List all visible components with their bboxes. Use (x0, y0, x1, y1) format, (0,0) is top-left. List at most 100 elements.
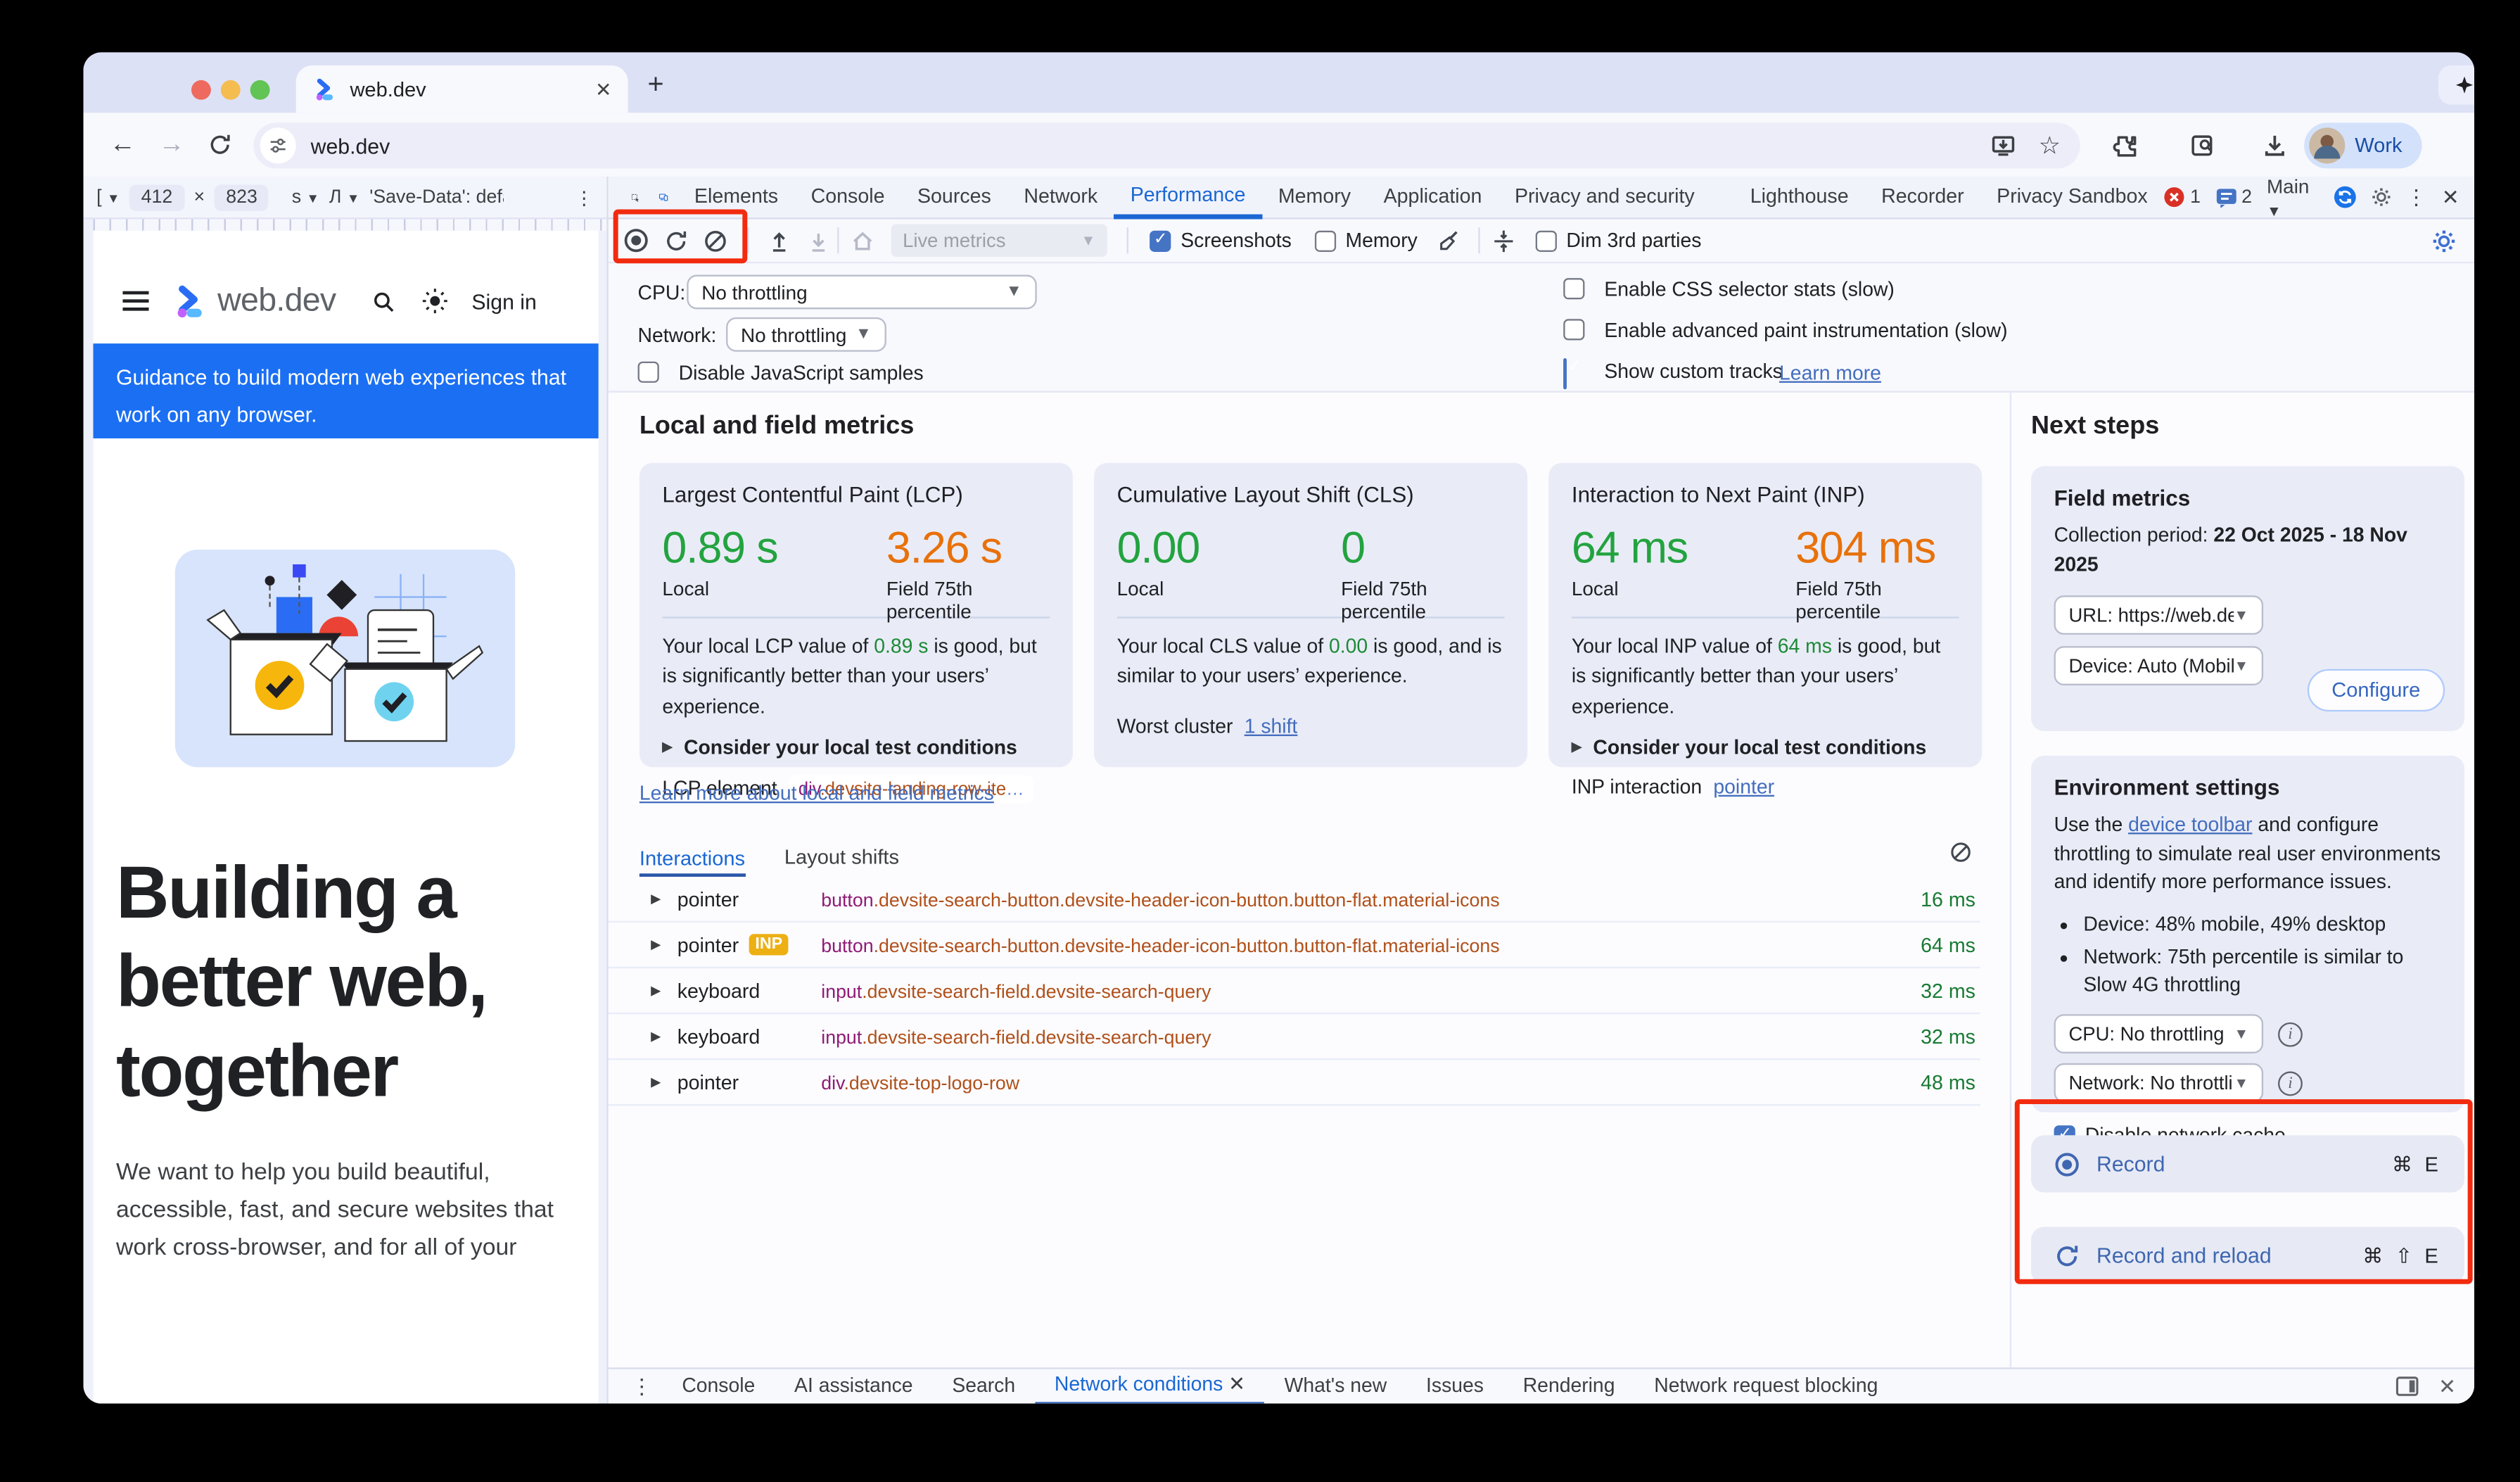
profile-button[interactable]: Work (2304, 122, 2422, 168)
site-settings-icon[interactable] (260, 127, 296, 163)
lcp-test-conditions-expander[interactable]: ▶Consider your local test conditions (662, 736, 1050, 759)
context-select[interactable]: Main ▼ (2267, 175, 2318, 220)
error-badge[interactable]: 1 (2164, 186, 2201, 208)
device-toolbar-link[interactable]: device toolbar (2128, 813, 2252, 836)
forward-icon[interactable]: → (158, 130, 184, 160)
drawer-tab-network-conditions[interactable]: Network conditions ✕ (1035, 1368, 1265, 1403)
tab-performance[interactable]: Performance (1114, 176, 1261, 218)
collapse-icon[interactable] (1491, 228, 1515, 253)
cpu-info-icon[interactable]: i (2278, 1022, 2303, 1046)
inspect-icon[interactable] (631, 184, 639, 210)
devtools-close-icon[interactable]: ✕ (2442, 184, 2459, 210)
interaction-row[interactable]: ▶ keyboard input.devsite-search-field.de… (609, 1014, 1980, 1060)
traffic-zoom-button[interactable] (250, 80, 270, 99)
reload-icon[interactable] (208, 132, 232, 157)
extensions-icon[interactable] (2111, 132, 2137, 158)
drawer-tab-issues[interactable]: Issues (1406, 1368, 1503, 1403)
interaction-row[interactable]: ▶ keyboard input.devsite-search-field.de… (609, 968, 1980, 1014)
css-selector-stats-checkbox[interactable] (1563, 278, 1584, 299)
sign-in-button[interactable]: Sign in (471, 289, 536, 313)
env-network-select[interactable]: Network: No throttling▼ (2054, 1064, 2264, 1103)
dock-side-icon[interactable] (2396, 1376, 2419, 1397)
device-toolbar-menu-icon[interactable]: ⋮ (575, 186, 594, 209)
drawer-close-icon[interactable]: ✕ (2438, 1373, 2456, 1399)
webdev-logo[interactable] (172, 283, 208, 319)
tab-memory[interactable]: Memory (1262, 176, 1368, 218)
drawer-menu-icon[interactable]: ⋮ (631, 1373, 652, 1399)
tab-console[interactable]: Console (794, 176, 901, 218)
network-throttle-select[interactable]: No throttling▼ (726, 317, 886, 352)
tab-network[interactable]: Network (1007, 176, 1114, 218)
row-expander-icon[interactable]: ▶ (651, 892, 661, 906)
clear-log-icon[interactable] (1949, 841, 1973, 864)
load-profile-icon[interactable] (767, 228, 791, 253)
hamburger-menu-icon[interactable] (122, 289, 148, 312)
row-expander-icon[interactable]: ▶ (651, 1075, 661, 1089)
field-url-select[interactable]: URL: https://web.dev/▼ (2054, 596, 2264, 635)
theme-toggle-icon[interactable] (423, 288, 449, 314)
tab-recorder[interactable]: Recorder (1865, 176, 1980, 218)
drawer-tab-search[interactable]: Search (932, 1368, 1035, 1403)
new-tab-button[interactable]: + (648, 69, 664, 101)
tab-privacy-security[interactable]: Privacy and security (1498, 176, 1711, 218)
drawer-tab-whats-new[interactable]: What's new (1265, 1368, 1406, 1403)
settings-gear-icon[interactable] (2371, 185, 2391, 210)
devtools-menu-icon[interactable]: ⋮ (2406, 184, 2427, 210)
gemini-button[interactable]: Gemini (2438, 65, 2474, 105)
tab-interactions[interactable]: Interactions (639, 847, 745, 877)
device-height-input[interactable]: 823 (215, 184, 269, 210)
throttle-select[interactable]: Л ▼ (329, 187, 359, 207)
interaction-row[interactable]: ▶ pointer button.devsite-search-button.d… (609, 877, 1980, 923)
device-select[interactable]: [ ▼ (96, 187, 120, 207)
device-width-input[interactable]: 412 (129, 184, 184, 210)
home-icon[interactable] (851, 228, 875, 253)
zoom-select[interactable]: ѕ ▼ (292, 187, 319, 207)
cpu-throttle-select[interactable]: No throttling▼ (687, 275, 1036, 310)
tab-application[interactable]: Application (1367, 176, 1498, 218)
drawer-tab-close-icon[interactable]: ✕ (1228, 1372, 1245, 1395)
row-expander-icon[interactable]: ▶ (651, 983, 661, 998)
dim-3rd-parties-checkbox[interactable] (1535, 230, 1556, 251)
site-brand[interactable]: web.dev (217, 282, 336, 319)
issues-badge[interactable]: 2 (2215, 187, 2252, 207)
inp-test-conditions-expander[interactable]: ▶Consider your local test conditions (1572, 736, 1959, 759)
custom-tracks-learn-more-link[interactable]: Learn more (1779, 362, 1881, 385)
row-expander-icon[interactable]: ▶ (651, 937, 661, 952)
sync-icon[interactable] (2333, 183, 2356, 211)
traffic-close-button[interactable] (191, 80, 211, 99)
collect-garbage-icon[interactable] (1437, 228, 1462, 253)
tab-layout-shifts[interactable]: Layout shifts (784, 846, 899, 877)
tab-lighthouse[interactable]: Lighthouse (1734, 176, 1865, 218)
drawer-tab-ai-assistance[interactable]: AI assistance (775, 1368, 932, 1403)
show-custom-tracks-checkbox[interactable] (1563, 358, 1567, 389)
paint-instrumentation-checkbox[interactable] (1563, 319, 1584, 340)
search-icon[interactable] (372, 289, 397, 313)
screenshots-checkbox[interactable] (1150, 230, 1171, 251)
interaction-row[interactable]: ▶ pointer div.devsite-top-logo-row 48 ms (609, 1060, 1980, 1106)
traffic-minimize-button[interactable] (221, 80, 241, 99)
browser-tab[interactable]: web.dev ✕ (296, 65, 628, 113)
device-toolbar-icon[interactable] (659, 185, 668, 210)
drawer-tab-rendering[interactable]: Rendering (1503, 1368, 1635, 1403)
drawer-tab-console[interactable]: Console (662, 1368, 775, 1403)
install-icon[interactable] (1990, 132, 2016, 158)
network-info-icon[interactable]: i (2278, 1071, 2303, 1096)
save-profile-icon[interactable] (806, 228, 831, 253)
row-expander-icon[interactable]: ▶ (651, 1029, 661, 1044)
search-tabs-icon[interactable] (2190, 132, 2216, 158)
bookmark-star-icon[interactable]: ☆ (2039, 131, 2061, 160)
interaction-row[interactable]: ▶ pointerINP button.devsite-search-butto… (609, 923, 1980, 968)
back-icon[interactable]: ← (110, 130, 136, 160)
worst-cluster-link[interactable]: 1 shift (1245, 714, 1298, 737)
memory-checkbox[interactable] (1314, 230, 1335, 251)
tab-sources[interactable]: Sources (901, 176, 1007, 218)
drawer-tab-network-request-blocking[interactable]: Network request blocking (1634, 1368, 1897, 1403)
performance-settings-icon[interactable] (2432, 228, 2457, 253)
disable-js-samples-checkbox[interactable] (638, 362, 659, 383)
metrics-learn-more-link[interactable]: Learn more about local and field metrics (639, 782, 994, 805)
downloads-icon[interactable] (2262, 132, 2288, 158)
tab-close-icon[interactable]: ✕ (595, 77, 611, 101)
tab-privacy-sandbox[interactable]: Privacy Sandbox (1980, 176, 2164, 218)
configure-button[interactable]: Configure (2307, 669, 2445, 711)
inp-interaction-link[interactable]: pointer (1713, 775, 1774, 799)
